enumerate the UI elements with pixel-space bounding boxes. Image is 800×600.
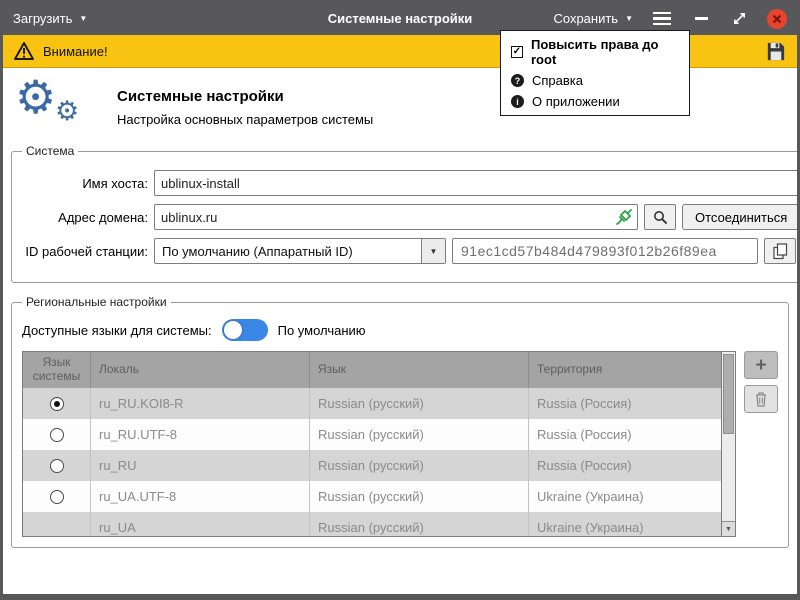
- page-subtitle: Настройка основных параметров системы: [117, 112, 373, 127]
- territory-cell: Ukraine (Украина): [529, 512, 721, 537]
- gears-icon: ⚙ ⚙: [19, 82, 85, 138]
- copy-icon: [773, 243, 788, 260]
- caret-down-icon: ▼: [725, 526, 732, 533]
- locale-cell: ru_UA: [91, 512, 310, 537]
- close-icon: [772, 14, 782, 24]
- menu-item-label: Справка: [532, 73, 583, 88]
- table-row[interactable]: ru_RU Russian (русский) Russia (Россия): [23, 450, 721, 481]
- locales-table-header: Язык системы Локаль Язык Территория: [23, 352, 721, 388]
- territory-cell: Ukraine (Украина): [529, 481, 721, 512]
- language-cell: Russian (русский): [310, 481, 529, 512]
- language-cell: Russian (русский): [310, 450, 529, 481]
- chevron-down-icon: ▼: [421, 239, 445, 263]
- chevron-down-icon: ▼: [79, 14, 87, 23]
- toggle-state-label: По умолчанию: [278, 323, 366, 338]
- help-circle-icon: ?: [511, 74, 524, 87]
- delete-locale-button[interactable]: [744, 385, 778, 413]
- table-row[interactable]: ru_UA.UTF-8 Russian (русский) Ukraine (У…: [23, 481, 721, 512]
- warning-triangle-icon: [13, 41, 35, 61]
- plus-icon: +: [755, 356, 766, 375]
- menu-item-help[interactable]: ? Справка: [501, 70, 689, 91]
- language-cell: Russian (русский): [310, 419, 529, 450]
- languages-label: Доступные языки для системы:: [22, 323, 212, 338]
- table-row[interactable]: ru_RU.KOI8-R Russian (русский) Russia (Р…: [23, 388, 721, 419]
- info-circle-icon: i: [511, 95, 524, 108]
- system-section-legend: Система: [22, 144, 78, 158]
- territory-cell: Russia (Россия): [529, 419, 721, 450]
- add-locale-button[interactable]: +: [744, 351, 778, 379]
- menu-item-elevate-root[interactable]: ✓ Повысить права до root: [501, 34, 689, 70]
- domain-input[interactable]: [154, 204, 638, 230]
- system-section: Система Имя хоста: Адрес домена: Отсоеди…: [11, 144, 800, 283]
- load-button[interactable]: Загрузить ▼: [13, 11, 87, 26]
- locale-cell: ru_RU.KOI8-R: [91, 388, 310, 419]
- system-language-radio[interactable]: [50, 397, 64, 411]
- station-id-value-field: 91ec1cd57b484d479893f012b26f89ea: [452, 238, 758, 264]
- locale-cell: ru_RU.UTF-8: [91, 419, 310, 450]
- regional-section-legend: Региональные настройки: [22, 295, 171, 309]
- language-cell: Russian (русский): [310, 512, 529, 537]
- connected-plug-icon: [616, 209, 632, 225]
- locales-table: Язык системы Локаль Язык Территория ru_R…: [22, 351, 736, 537]
- column-header-territory: Территория: [529, 352, 721, 388]
- station-id-label: ID рабочей станции:: [22, 244, 148, 259]
- station-id-mode-value: По умолчанию (Аппаратный ID): [155, 239, 421, 263]
- column-header-system-language: Язык системы: [23, 352, 91, 388]
- scrollbar-thumb[interactable]: [723, 354, 734, 434]
- scroll-down-button[interactable]: ▼: [722, 521, 735, 536]
- menu-item-label: О приложении: [532, 94, 620, 109]
- copy-id-button[interactable]: [764, 238, 796, 264]
- minimize-button[interactable]: [691, 9, 711, 29]
- languages-toggle[interactable]: [222, 319, 268, 341]
- table-scrollbar[interactable]: ▼: [721, 352, 735, 536]
- chevron-down-icon: ▼: [625, 14, 633, 23]
- hostname-label: Имя хоста:: [22, 176, 148, 191]
- load-button-label: Загрузить: [13, 11, 72, 26]
- column-header-locale: Локаль: [91, 352, 310, 388]
- table-row[interactable]: ru_RU.UTF-8 Russian (русский) Russia (Ро…: [23, 419, 721, 450]
- floppy-disk-icon: [764, 40, 787, 63]
- system-language-radio[interactable]: [50, 459, 64, 473]
- minimize-icon: [695, 17, 708, 20]
- page-title: Системные настройки: [117, 88, 373, 105]
- territory-cell: Russia (Россия): [529, 388, 721, 419]
- app-dropdown-menu: ✓ Повысить права до root ? Справка i О п…: [500, 30, 690, 116]
- checked-checkbox-icon: ✓: [511, 46, 523, 58]
- close-button[interactable]: [767, 9, 787, 29]
- window-title: Системные настройки: [328, 11, 473, 26]
- hamburger-menu-icon[interactable]: [651, 10, 673, 28]
- domain-search-button[interactable]: [644, 204, 676, 230]
- column-header-language: Язык: [310, 352, 529, 388]
- locale-cell: ru_UA.UTF-8: [91, 481, 310, 512]
- territory-cell: Russia (Россия): [529, 450, 721, 481]
- table-row[interactable]: ru_UA Russian (русский) Ukraine (Украина…: [23, 512, 721, 537]
- domain-label: Адрес домена:: [22, 210, 148, 225]
- menu-item-label: Повысить права до root: [531, 37, 679, 67]
- system-language-radio[interactable]: [50, 428, 64, 442]
- station-id-mode-select[interactable]: По умолчанию (Аппаратный ID) ▼: [154, 238, 446, 264]
- trash-icon: [754, 391, 768, 407]
- search-icon: [653, 210, 668, 225]
- maximize-button[interactable]: [729, 9, 749, 29]
- save-to-disk-button[interactable]: [764, 40, 787, 63]
- language-cell: Russian (русский): [310, 388, 529, 419]
- toggle-knob: [224, 321, 242, 339]
- warning-label: Внимание!: [43, 44, 108, 59]
- save-button-label: Сохранить: [553, 11, 618, 26]
- system-language-radio[interactable]: [50, 490, 64, 504]
- save-button[interactable]: Сохранить ▼: [553, 11, 633, 26]
- menu-item-about[interactable]: i О приложении: [501, 91, 689, 112]
- expand-icon: [732, 11, 747, 26]
- disconnect-button[interactable]: Отсоединиться: [682, 204, 800, 230]
- app-window: Загрузить ▼ Системные настройки Сохранит…: [0, 0, 800, 600]
- regional-section: Региональные настройки Доступные языки д…: [11, 295, 789, 548]
- locale-cell: ru_RU: [91, 450, 310, 481]
- hostname-input[interactable]: [154, 170, 800, 196]
